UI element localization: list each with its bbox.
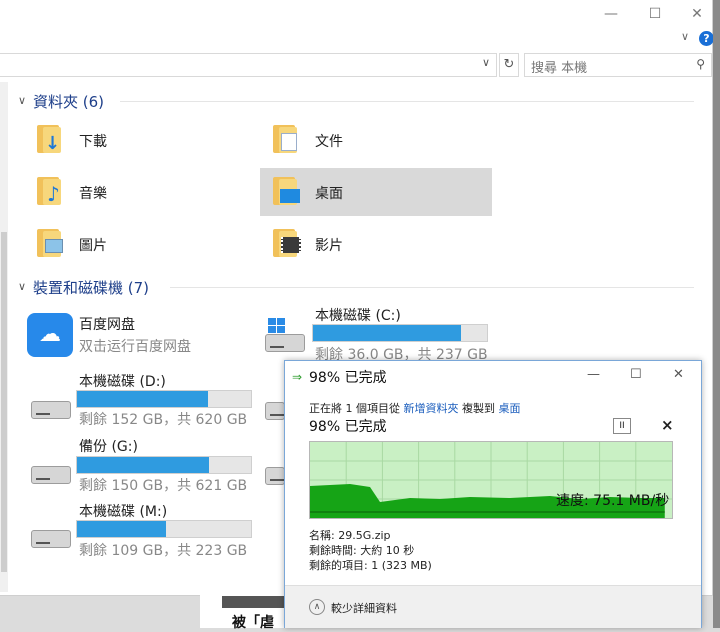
progress-title: 98% 已完成 [309,419,387,435]
title-bar: — ☐ ✕ [0,0,712,28]
devices-group-title[interactable]: 裝置和磁碟機 (7) [33,277,149,298]
drive-icon[interactable] [265,467,285,485]
folder-music[interactable]: ♪ [35,175,61,206]
status-prefix: 正在將 1 個項目從 [309,402,400,415]
group-divider [170,287,694,288]
less-details-button[interactable]: 較少詳細資料 [331,600,397,616]
folder-desktop[interactable] [271,175,300,205]
chevron-up-icon[interactable]: ∧ [309,599,325,615]
drive-c-usage-bar [312,324,488,342]
dialog-footer: ∧ 較少詳細資料 [285,585,701,628]
drive-icon[interactable] [31,530,71,548]
dialog-close-icon[interactable]: ✕ [673,367,684,382]
pause-button[interactable]: II [613,418,631,434]
drive-g-usage-bar [76,456,252,474]
downloads-folder-icon: ↓ [35,123,61,154]
search-box[interactable]: 搜尋 本機 ⚲ [524,53,712,77]
collapse-devices-icon[interactable]: ∨ [18,280,26,293]
folder-documents[interactable] [271,123,297,153]
speed-readout: 速度: 75.1 MB/秒 [556,493,670,509]
drive-g-free: 剩餘 150 GB，共 621 GB [79,478,248,494]
minimize-icon[interactable]: — [588,0,634,28]
file-name: 名稱: 29.5G.zip [309,529,391,542]
collapse-folders-icon[interactable]: ∨ [18,94,26,107]
expand-ribbon-icon[interactable]: ∨ [681,30,689,43]
drive-c-usage-fill [313,325,461,341]
folder-label[interactable]: 影片 [315,235,343,255]
folder-videos[interactable] [271,227,301,257]
address-dropdown-icon[interactable]: ∨ [482,56,490,69]
documents-folder-icon [271,123,297,153]
drive-d-usage-bar [76,390,252,408]
status-middle: 複製到 [462,402,495,415]
drive-d-free: 剩餘 152 GB，共 620 GB [79,412,248,428]
dialog-maximize-icon[interactable]: ☐ [630,367,642,382]
copy-status-line: 正在將 1 個項目從 新增資料夾 複製到 桌面 [309,400,521,416]
group-divider [120,101,694,102]
drive-icon[interactable] [31,401,71,419]
left-scrollbar[interactable] [0,82,8,592]
baidu-subtitle: 双击运行百度网盘 [79,339,191,355]
folder-label[interactable]: 文件 [315,131,343,151]
destination-folder-link[interactable]: 桌面 [499,402,521,415]
drive-icon[interactable] [31,466,71,484]
drive-g-name[interactable]: 備份 (G:) [79,436,138,456]
search-input[interactable]: 搜尋 本機 [531,57,587,76]
folder-label[interactable]: 圖片 [79,235,107,255]
dialog-minimize-icon[interactable]: — [587,367,600,382]
drive-d-name[interactable]: 本機磁碟 (D:) [79,371,166,391]
folder-pictures[interactable] [35,227,63,257]
folder-label[interactable]: 桌面 [315,183,343,203]
source-folder-link[interactable]: 新增資料夾 [404,402,459,415]
folder-label[interactable]: 下載 [79,131,107,151]
copy-arrow-icon: ⇒ [292,370,303,384]
drive-m-usage-bar [76,520,252,538]
background-text: 被「虐 [232,615,274,631]
background-window-edge [713,0,720,628]
folder-label[interactable]: 音樂 [79,183,107,203]
drive-c-name[interactable]: 本機磁碟 (C:) [315,305,401,325]
desktop-folder-icon [271,175,300,205]
items-remaining: 剩餘的項目: 1 (323 MB) [309,559,432,572]
address-bar[interactable] [0,53,497,77]
maximize-icon[interactable]: ☐ [632,0,678,28]
drive-icon[interactable] [265,402,285,420]
help-icon[interactable]: ? [699,31,714,46]
refresh-icon[interactable]: ↻ [499,53,519,77]
copy-progress-dialog: ⇒ 98% 已完成 — ☐ ✕ 正在將 1 個項目從 新增資料夾 複製到 桌面 … [284,360,702,628]
drive-m-free: 剩餘 109 GB，共 223 GB [79,543,248,559]
folder-downloads[interactable]: ↓ [35,123,61,154]
background-image [222,596,284,608]
videos-folder-icon [271,227,301,257]
cloud-icon[interactable]: ☁ [27,313,73,357]
cancel-copy-button[interactable]: × [661,416,674,434]
search-icon[interactable]: ⚲ [696,57,705,71]
music-folder-icon: ♪ [35,175,61,206]
drive-m-usage-fill [77,521,166,537]
folders-group-title[interactable]: 資料夾 (6) [33,91,104,112]
baidu-name[interactable]: 百度网盘 [79,314,135,334]
drive-d-usage-fill [77,391,208,407]
time-remaining: 剩餘時間: 大約 10 秒 [309,544,415,557]
drive-g-usage-fill [77,457,210,473]
drive-m-name[interactable]: 本機磁碟 (M:) [79,501,167,521]
scrollbar-thumb[interactable] [1,232,7,572]
pictures-folder-icon [35,227,63,257]
transfer-speed-graph: 速度: 75.1 MB/秒 [309,441,673,519]
windows-drive-icon[interactable] [262,318,306,352]
dialog-window-title: 98% 已完成 [309,370,387,386]
